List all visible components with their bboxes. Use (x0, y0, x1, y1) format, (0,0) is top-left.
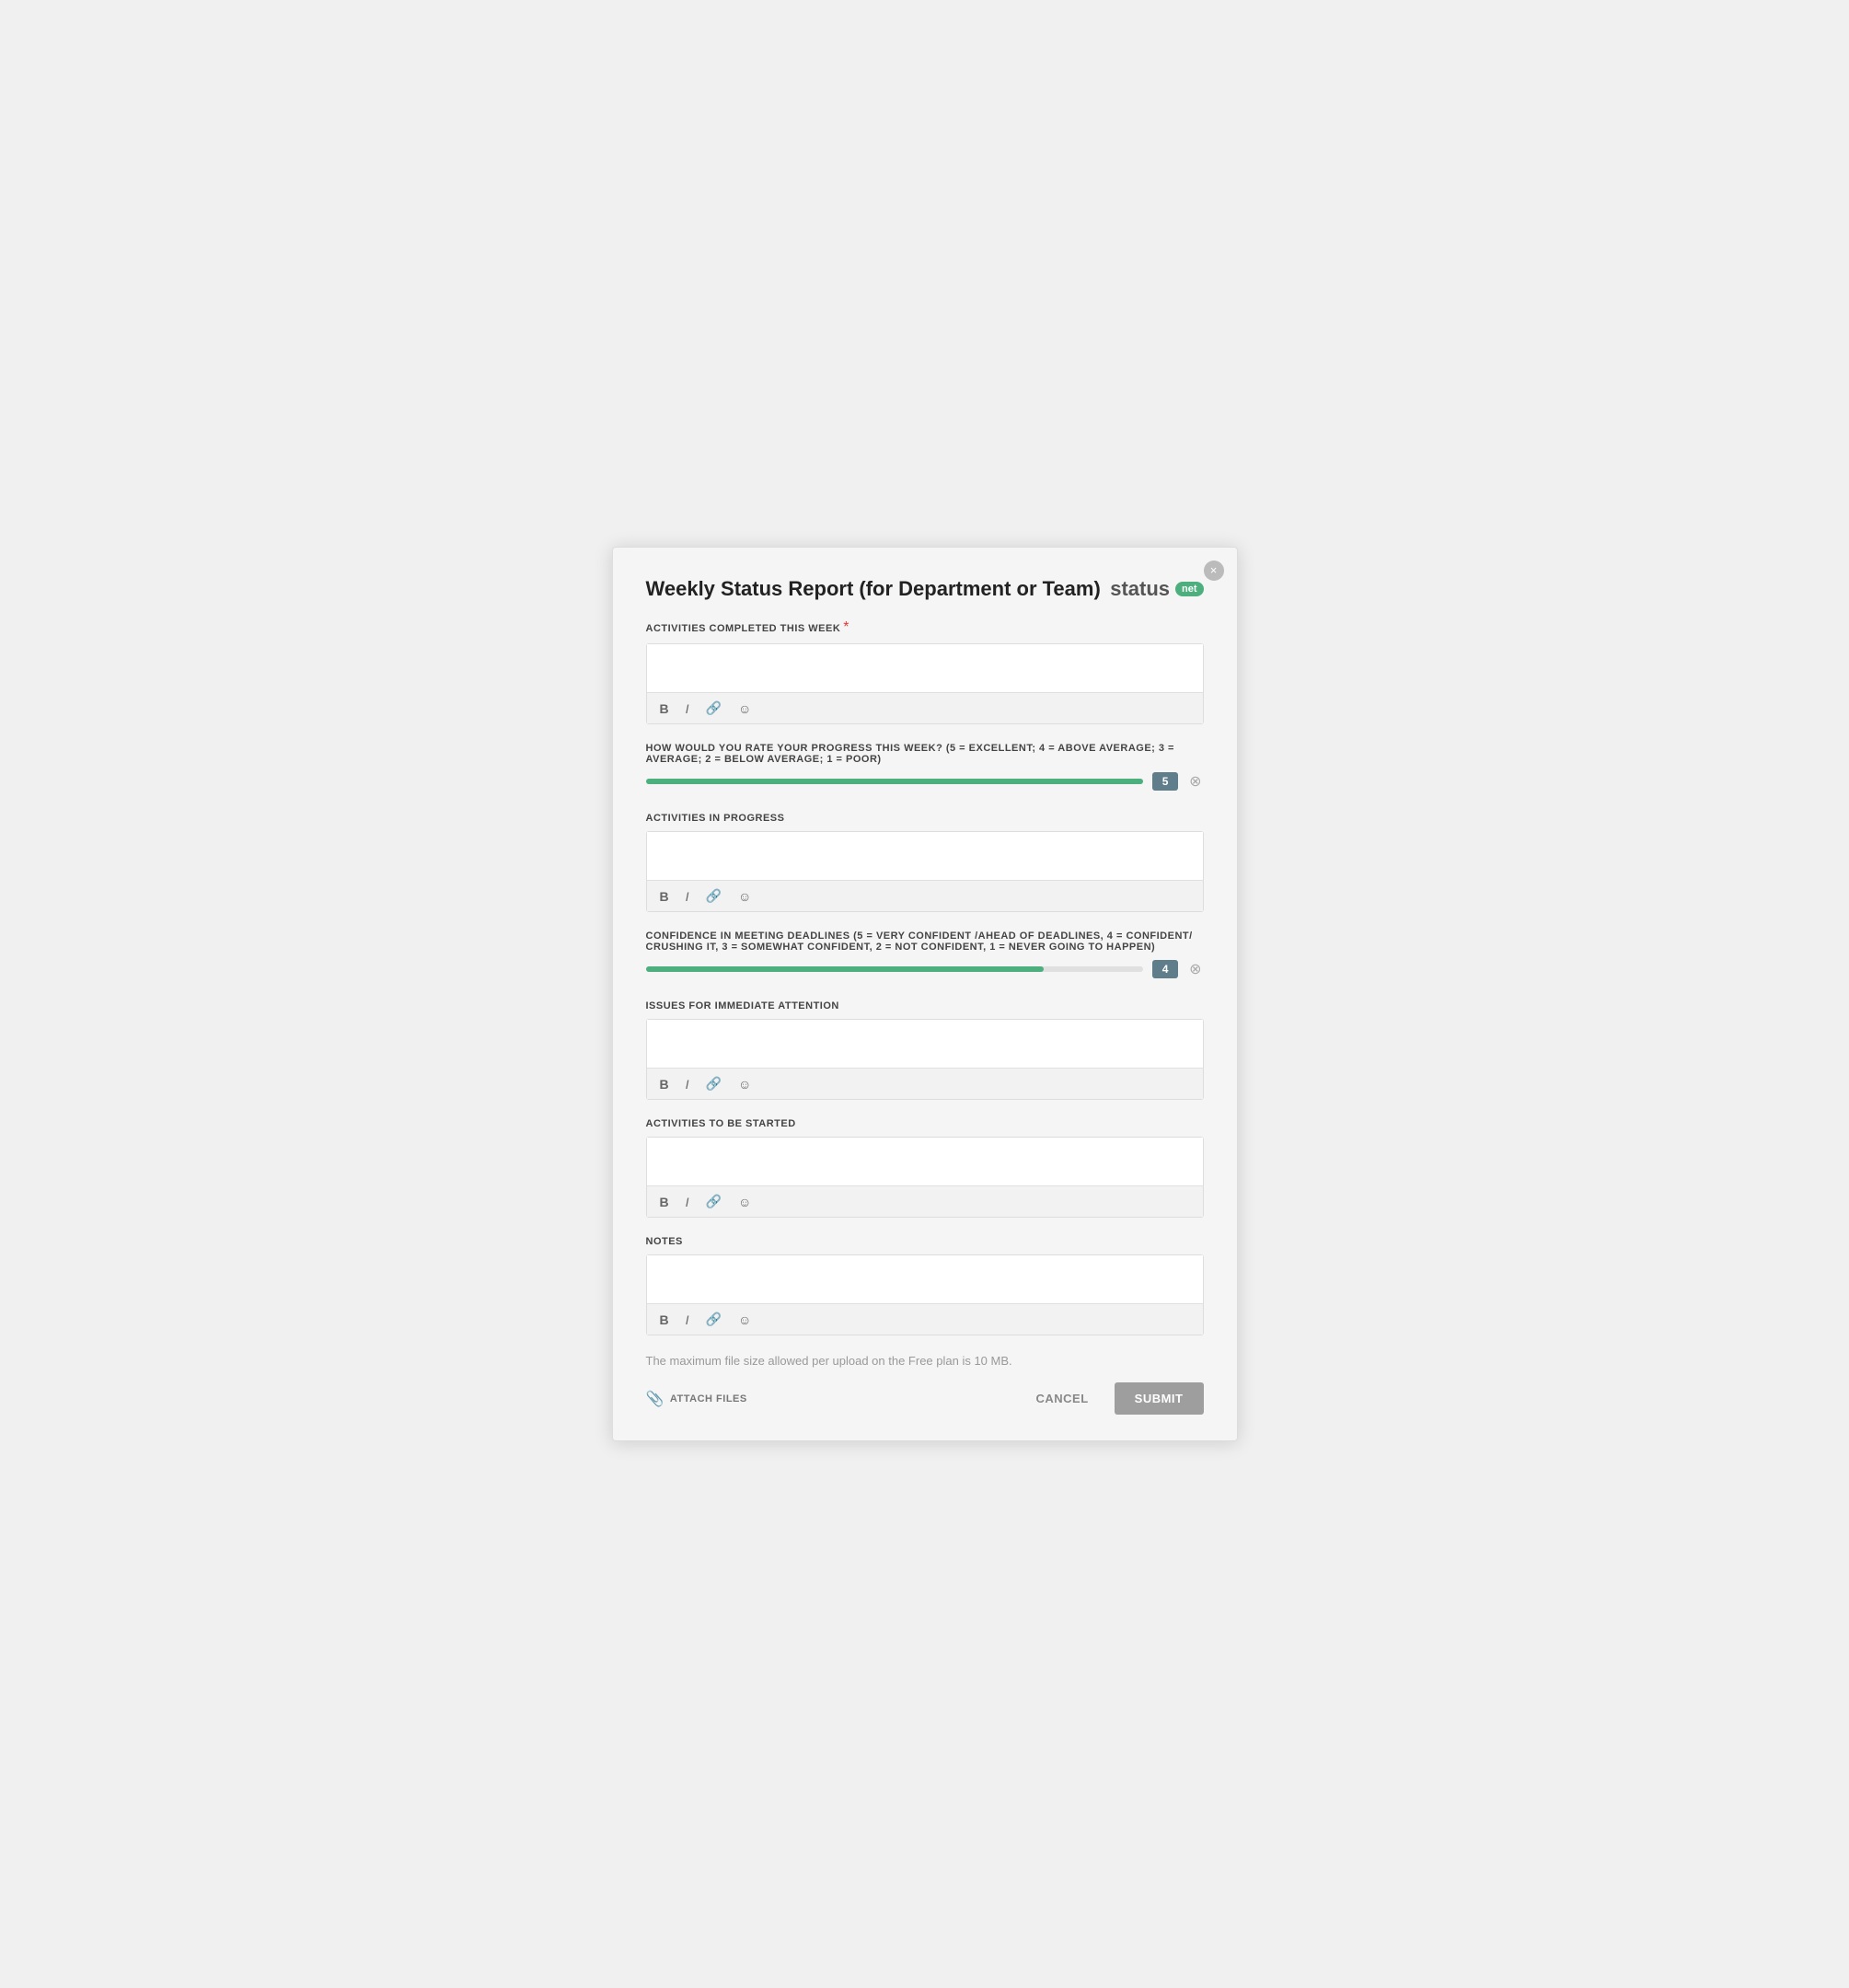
link-button-1[interactable]: 🔗 (702, 699, 725, 718)
emoji-icon-5: ☺ (738, 1312, 751, 1327)
link-button-3[interactable]: 🔗 (702, 1074, 725, 1093)
brand-name: status (1110, 577, 1170, 601)
bold-button-5[interactable]: B (656, 1311, 673, 1329)
brand-logo: status net (1110, 577, 1203, 601)
activities-in-progress-input[interactable] (647, 832, 1203, 880)
paperclip-icon: 📎 (646, 1390, 664, 1408)
activities-in-progress-toolbar: B I 🔗 ☺ (647, 880, 1203, 911)
issues-label: ISSUES FOR IMMEDIATE ATTENTION (646, 1000, 1204, 1011)
activities-to-start-section: ACTIVITIES TO BE STARTED B I 🔗 ☺ (646, 1118, 1204, 1218)
notes-toolbar: B I 🔗 ☺ (647, 1303, 1203, 1335)
activities-in-progress-editor: B I 🔗 ☺ (646, 831, 1204, 912)
confidence-rating-clear[interactable]: ⊗ (1187, 960, 1203, 978)
confidence-rating-fill (646, 966, 1044, 972)
italic-button-4[interactable]: I (682, 1193, 693, 1211)
issues-section: ISSUES FOR IMMEDIATE ATTENTION B I 🔗 ☺ (646, 1000, 1204, 1100)
submit-button[interactable]: SUBMIT (1115, 1382, 1204, 1415)
notes-label: NOTES (646, 1236, 1204, 1247)
footer-actions: CANCEL SUBMIT (1023, 1382, 1203, 1415)
activities-completed-editor: B I 🔗 ☺ (646, 643, 1204, 724)
confidence-rating-value: 4 (1152, 960, 1178, 978)
attach-files-button[interactable]: 📎 ATTACH FILES (646, 1390, 747, 1408)
modal-container: × Weekly Status Report (for Department o… (612, 547, 1238, 1441)
confidence-rating-section: CONFIDENCE IN MEETING DEADLINES (5 = VER… (646, 930, 1204, 978)
link-icon-3: 🔗 (706, 1076, 722, 1092)
link-icon-4: 🔗 (706, 1194, 722, 1209)
activities-to-start-editor: B I 🔗 ☺ (646, 1137, 1204, 1218)
emoji-icon-4: ☺ (738, 1195, 751, 1209)
close-button[interactable]: × (1204, 561, 1224, 581)
bold-icon-5: B (660, 1312, 669, 1327)
progress-rating-value: 5 (1152, 772, 1178, 791)
notes-section: NOTES B I 🔗 ☺ (646, 1236, 1204, 1335)
notes-input[interactable] (647, 1255, 1203, 1303)
issues-input[interactable] (647, 1020, 1203, 1068)
italic-icon-1: I (686, 701, 689, 716)
italic-button-3[interactable]: I (682, 1075, 693, 1093)
progress-rating-track (646, 779, 1144, 784)
link-button-5[interactable]: 🔗 (702, 1310, 725, 1329)
italic-icon-3: I (686, 1077, 689, 1092)
link-icon-5: 🔗 (706, 1312, 722, 1327)
confidence-rating-label: CONFIDENCE IN MEETING DEADLINES (5 = VER… (646, 930, 1204, 953)
link-icon-2: 🔗 (706, 888, 722, 904)
activities-to-start-toolbar: B I 🔗 ☺ (647, 1185, 1203, 1217)
activities-completed-toolbar: B I 🔗 ☺ (647, 692, 1203, 723)
confidence-rating-track (646, 966, 1144, 972)
link-button-4[interactable]: 🔗 (702, 1192, 725, 1211)
link-button-2[interactable]: 🔗 (702, 886, 725, 906)
link-icon-1: 🔗 (706, 700, 722, 716)
required-indicator: * (843, 619, 849, 635)
activities-in-progress-section: ACTIVITIES IN PROGRESS B I 🔗 ☺ (646, 813, 1204, 912)
activities-completed-section: ACTIVITIES COMPLETED THIS WEEK* B I 🔗 ☺ (646, 619, 1204, 724)
italic-button-2[interactable]: I (682, 887, 693, 906)
modal-title: Weekly Status Report (for Department or … (646, 577, 1101, 601)
issues-toolbar: B I 🔗 ☺ (647, 1068, 1203, 1099)
notes-editor: B I 🔗 ☺ (646, 1254, 1204, 1335)
bold-icon-1: B (660, 701, 669, 716)
emoji-button-4[interactable]: ☺ (734, 1193, 755, 1211)
activities-in-progress-label: ACTIVITIES IN PROGRESS (646, 813, 1204, 824)
progress-rating-clear[interactable]: ⊗ (1187, 772, 1203, 791)
bold-button-4[interactable]: B (656, 1193, 673, 1211)
emoji-icon-3: ☺ (738, 1077, 751, 1092)
emoji-icon-2: ☺ (738, 889, 751, 904)
bold-button-1[interactable]: B (656, 699, 673, 718)
modal-header: Weekly Status Report (for Department or … (646, 577, 1204, 601)
emoji-icon-1: ☺ (738, 701, 751, 716)
italic-button-5[interactable]: I (682, 1311, 693, 1329)
activities-to-start-input[interactable] (647, 1138, 1203, 1185)
bold-icon-3: B (660, 1077, 669, 1092)
confidence-rating-slider-row: 4 ⊗ (646, 960, 1204, 978)
bold-icon-2: B (660, 889, 669, 904)
italic-icon-5: I (686, 1312, 689, 1327)
bold-icon-4: B (660, 1195, 669, 1209)
progress-rating-label: HOW WOULD YOU RATE YOUR PROGRESS THIS WE… (646, 743, 1204, 765)
bold-button-2[interactable]: B (656, 887, 673, 906)
activities-completed-label: ACTIVITIES COMPLETED THIS WEEK (646, 623, 841, 634)
italic-button-1[interactable]: I (682, 699, 693, 718)
italic-icon-2: I (686, 889, 689, 904)
modal-footer: 📎 ATTACH FILES CANCEL SUBMIT (646, 1382, 1204, 1415)
activities-completed-input[interactable] (647, 644, 1203, 692)
emoji-button-5[interactable]: ☺ (734, 1311, 755, 1329)
attach-files-label: ATTACH FILES (670, 1393, 747, 1404)
progress-rating-fill (646, 779, 1144, 784)
emoji-button-3[interactable]: ☺ (734, 1075, 755, 1093)
progress-rating-slider-row: 5 ⊗ (646, 772, 1204, 791)
file-note: The maximum file size allowed per upload… (646, 1354, 1204, 1368)
cancel-button[interactable]: CANCEL (1023, 1384, 1101, 1413)
activities-to-start-label: ACTIVITIES TO BE STARTED (646, 1118, 1204, 1129)
emoji-button-2[interactable]: ☺ (734, 887, 755, 906)
progress-rating-section: HOW WOULD YOU RATE YOUR PROGRESS THIS WE… (646, 743, 1204, 791)
issues-editor: B I 🔗 ☺ (646, 1019, 1204, 1100)
italic-icon-4: I (686, 1195, 689, 1209)
brand-badge: net (1175, 582, 1204, 596)
emoji-button-1[interactable]: ☺ (734, 699, 755, 718)
bold-button-3[interactable]: B (656, 1075, 673, 1093)
